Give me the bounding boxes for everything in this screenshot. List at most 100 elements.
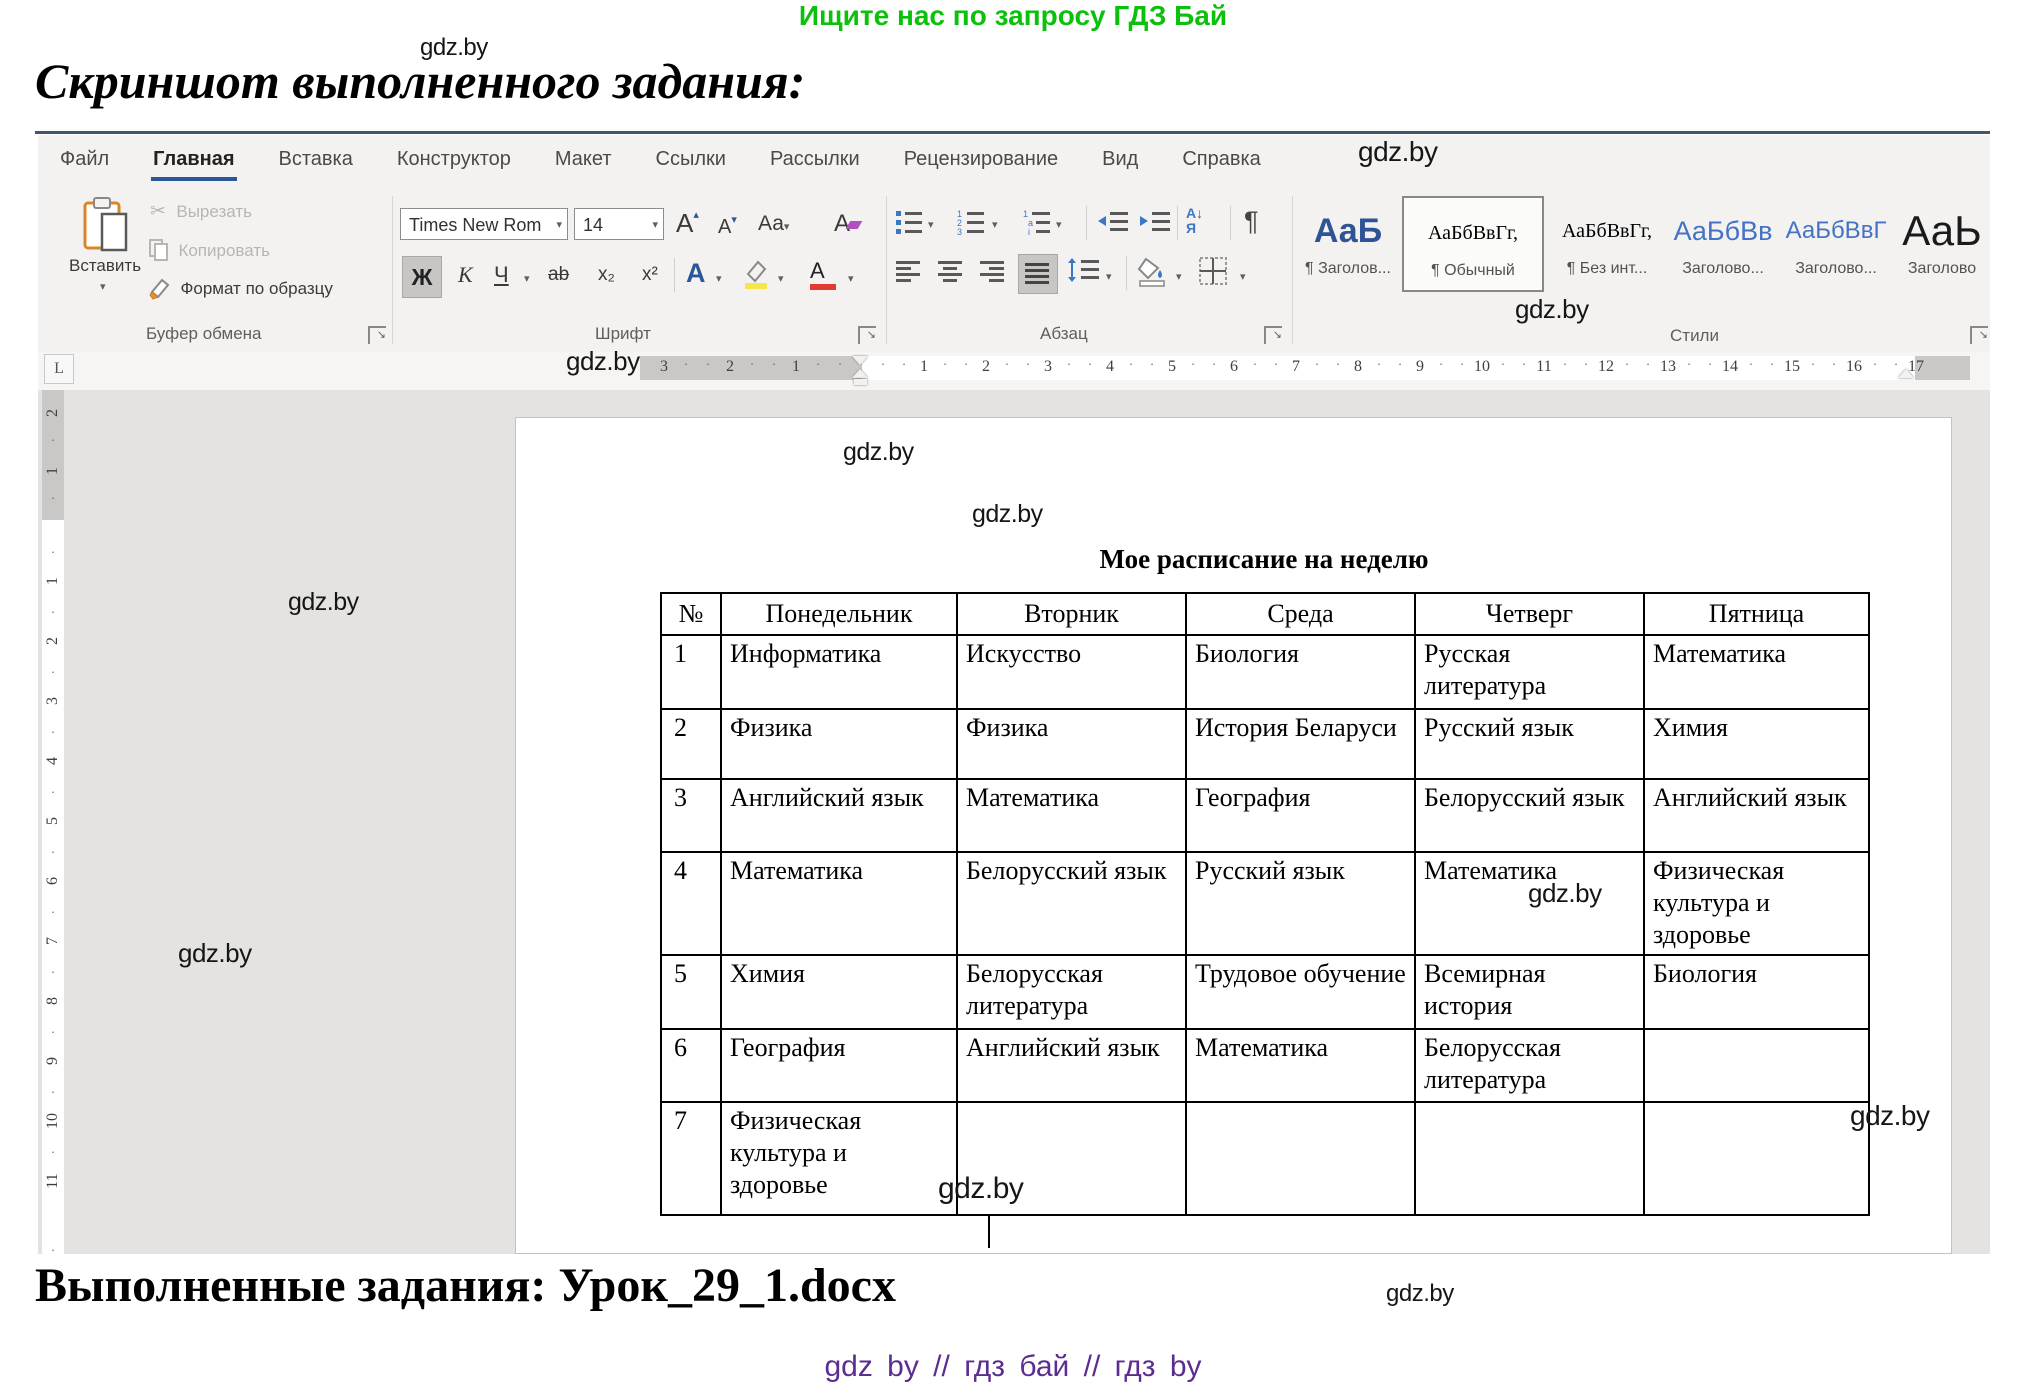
table-header-cell[interactable]: №: [661, 593, 721, 635]
table-cell[interactable]: Математика: [1644, 635, 1869, 709]
table-cell[interactable]: Математика: [957, 779, 1186, 852]
font-family-select[interactable]: Times New Rom ▾: [400, 208, 568, 240]
table-cell[interactable]: Русский язык: [1415, 709, 1644, 779]
table-cell[interactable]: География: [1186, 779, 1415, 852]
table-cell[interactable]: Английский язык: [1644, 779, 1869, 852]
menu-tab-layout[interactable]: Макет: [553, 146, 614, 181]
align-left-button[interactable]: [894, 258, 924, 286]
clipboard-dialog-launcher[interactable]: ↘: [368, 326, 386, 344]
underline-chevron-icon[interactable]: ▾: [524, 272, 530, 285]
menu-tab-design[interactable]: Конструктор: [395, 146, 513, 181]
hanging-indent-marker[interactable]: [852, 369, 868, 378]
table-cell[interactable]: Биология: [1644, 955, 1869, 1029]
table-cell[interactable]: Белорусский язык: [1415, 779, 1644, 852]
table-header-cell[interactable]: Пятница: [1644, 593, 1869, 635]
pilcrow-button[interactable]: ¶: [1244, 206, 1259, 237]
sort-button[interactable]: А↓ Я: [1186, 206, 1226, 236]
table-cell[interactable]: Белорусская литература: [1415, 1029, 1644, 1102]
table-cell[interactable]: [1644, 1102, 1869, 1215]
change-case-button[interactable]: Аа▾: [758, 212, 789, 236]
clear-formatting-button[interactable]: А: [834, 210, 860, 238]
table-cell[interactable]: Физика: [957, 709, 1186, 779]
align-center-button[interactable]: [936, 258, 966, 286]
numbering-button[interactable]: 1 2 3: [956, 208, 986, 236]
cut-button[interactable]: ✂ Вырезать: [150, 200, 252, 223]
bullets-chevron-icon[interactable]: ▾: [928, 218, 934, 231]
menu-tab-insert[interactable]: Вставка: [277, 146, 355, 181]
menu-tab-references[interactable]: Ссылки: [654, 146, 728, 181]
right-indent-marker[interactable]: [1898, 369, 1914, 378]
table-cell[interactable]: Математика: [721, 852, 957, 955]
copy-button[interactable]: Копировать: [148, 238, 270, 262]
style-normal-selected[interactable]: АаБбВвГг, ¶ Обычный: [1402, 196, 1544, 292]
document-table-title[interactable]: Мое расписание на неделю: [660, 544, 1868, 575]
table-cell[interactable]: Всемирная история: [1415, 955, 1644, 1029]
underline-button[interactable]: Ч: [494, 262, 509, 288]
table-cell[interactable]: Русский язык: [1186, 852, 1415, 955]
table-cell[interactable]: География: [721, 1029, 957, 1102]
table-cell[interactable]: Английский язык: [957, 1029, 1186, 1102]
table-cell[interactable]: 2: [661, 709, 721, 779]
table-cell[interactable]: [1644, 1029, 1869, 1102]
multilevel-list-button[interactable]: 1 a i: [1022, 208, 1052, 236]
table-header-cell[interactable]: Четверг: [1415, 593, 1644, 635]
font-color-chevron-icon[interactable]: ▾: [848, 272, 854, 285]
multilevel-chevron-icon[interactable]: ▾: [1056, 218, 1062, 231]
table-cell[interactable]: [1415, 1102, 1644, 1215]
table-cell[interactable]: Химия: [721, 955, 957, 1029]
table-cell[interactable]: Биология: [1186, 635, 1415, 709]
menu-tab-review[interactable]: Рецензирование: [902, 146, 1060, 181]
paragraph-dialog-launcher[interactable]: ↘: [1264, 326, 1282, 344]
table-header-cell[interactable]: Вторник: [957, 593, 1186, 635]
menu-tab-home[interactable]: Главная: [151, 146, 236, 181]
table-cell[interactable]: Белорусская литература: [957, 955, 1186, 1029]
style-title[interactable]: АаЬ Заголово: [1896, 196, 1988, 292]
table-cell[interactable]: Русская литература: [1415, 635, 1644, 709]
style-heading2[interactable]: АаБбВв Заголово...: [1670, 196, 1776, 292]
tab-selector[interactable]: L: [44, 354, 74, 384]
table-cell[interactable]: Физическая культура и здоровье: [721, 1102, 957, 1215]
table-cell[interactable]: 6: [661, 1029, 721, 1102]
italic-button[interactable]: К: [458, 262, 473, 288]
h-ruler-white[interactable]: [862, 356, 1915, 380]
table-cell[interactable]: Математика: [1186, 1029, 1415, 1102]
menu-tab-view[interactable]: Вид: [1100, 146, 1140, 181]
text-effects-button[interactable]: А: [686, 258, 706, 289]
menu-tab-mailings[interactable]: Рассылки: [768, 146, 862, 181]
subscript-button[interactable]: x₂: [598, 264, 615, 286]
borders-button[interactable]: [1198, 256, 1228, 286]
table-cell[interactable]: [1186, 1102, 1415, 1215]
style-heading3[interactable]: АаБбВвГ Заголово...: [1784, 196, 1888, 292]
style-heading1[interactable]: АаБ ¶ Заголов...: [1302, 196, 1394, 292]
font-size-select[interactable]: 14 ▾: [574, 208, 664, 240]
line-spacing-button[interactable]: [1066, 256, 1102, 286]
bold-button[interactable]: Ж: [402, 256, 442, 298]
table-cell[interactable]: История Беларуси: [1186, 709, 1415, 779]
left-indent-marker[interactable]: [854, 379, 867, 385]
paste-button[interactable]: Вставить ▾: [62, 192, 152, 312]
schedule-table[interactable]: №ПонедельникВторникСредаЧетвергПятница1И…: [660, 592, 1870, 1216]
table-cell[interactable]: Трудовое обучение: [1186, 955, 1415, 1029]
table-header-cell[interactable]: Среда: [1186, 593, 1415, 635]
first-line-indent-marker[interactable]: [852, 356, 868, 365]
decrease-indent-button[interactable]: [1096, 208, 1130, 236]
table-cell[interactable]: Физическая культура и здоровье: [1644, 852, 1869, 955]
table-cell[interactable]: 4: [661, 852, 721, 955]
styles-dialog-launcher[interactable]: ↘: [1970, 326, 1988, 344]
shading-button[interactable]: [1136, 256, 1170, 288]
table-cell[interactable]: 3: [661, 779, 721, 852]
table-cell[interactable]: Искусство: [957, 635, 1186, 709]
effects-chevron-icon[interactable]: ▾: [716, 272, 722, 285]
style-no-spacing[interactable]: АаБбВвГг, ¶ Без инт...: [1552, 196, 1662, 292]
bullets-button[interactable]: [894, 208, 924, 236]
shrink-font-button[interactable]: А▾: [718, 213, 737, 239]
shading-chevron-icon[interactable]: ▾: [1176, 270, 1182, 283]
justify-button[interactable]: [1018, 254, 1058, 294]
align-right-button[interactable]: [978, 258, 1008, 286]
menu-tab-help[interactable]: Справка: [1180, 146, 1262, 181]
table-cell[interactable]: Английский язык: [721, 779, 957, 852]
highlight-chevron-icon[interactable]: ▾: [778, 272, 784, 285]
font-dialog-launcher[interactable]: ↘: [858, 326, 876, 344]
table-cell[interactable]: 1: [661, 635, 721, 709]
increase-indent-button[interactable]: [1138, 208, 1172, 236]
